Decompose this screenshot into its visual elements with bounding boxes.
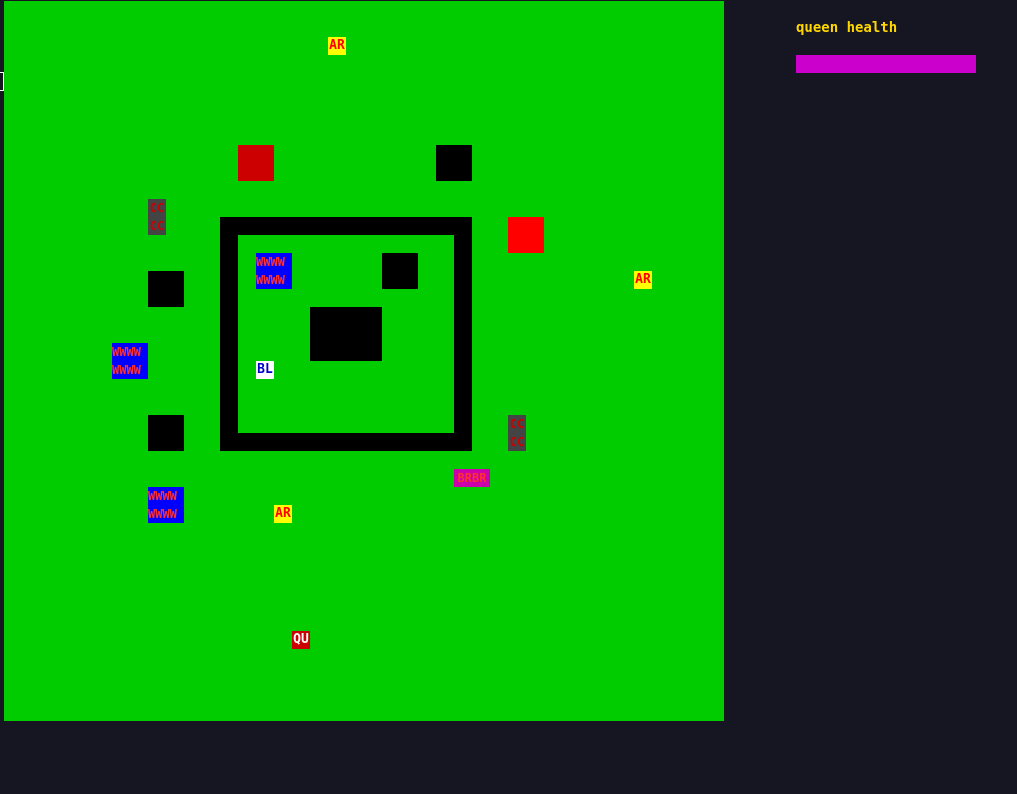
- enclosure-wall-top: [220, 217, 472, 235]
- unit-cc-label: CC: [509, 435, 525, 449]
- unit-cc-label: CC: [149, 201, 165, 215]
- unit-wwww-label: WWWW: [148, 489, 177, 503]
- unit-bl[interactable]: BL: [256, 361, 274, 379]
- unit-queen[interactable]: QU: [292, 631, 310, 649]
- wall-block: [148, 415, 184, 451]
- unit-brbr[interactable]: BRBR: [454, 469, 490, 487]
- wall-block: [148, 271, 184, 307]
- enclosure-wall-bottom: [220, 433, 472, 451]
- unit-ar[interactable]: AR: [634, 271, 652, 289]
- game-board[interactable]: AR AR AR CC CC CC CC WWWW WWWW WWWW WWWW…: [4, 1, 724, 721]
- wall-block: [436, 145, 472, 181]
- inner-wall-block: [382, 253, 418, 289]
- inner-wall-center: [310, 307, 382, 361]
- queen-health-label: queen health: [796, 20, 898, 36]
- unit-ar[interactable]: AR: [328, 37, 346, 55]
- queen-health-fill: [796, 55, 976, 73]
- unit-wwww[interactable]: WWWW WWWW: [148, 487, 184, 523]
- unit-wwww-label: WWWW: [148, 507, 177, 521]
- unit-cc[interactable]: CC CC: [148, 199, 166, 235]
- unit-wwww[interactable]: WWWW WWWW: [112, 343, 148, 379]
- unit-cc-label: CC: [509, 417, 525, 431]
- food-block-dark: [238, 145, 274, 181]
- enclosure-wall-left: [220, 217, 238, 451]
- unit-wwww-label: WWWW: [256, 273, 285, 287]
- queen-health-bar: [796, 55, 976, 73]
- unit-wwww-label: WWWW: [256, 255, 285, 269]
- unit-wwww-label: WWWW: [112, 363, 141, 377]
- unit-cc-label: CC: [149, 219, 165, 233]
- food-block-bright: [508, 217, 544, 253]
- unit-wwww-label: WWWW: [112, 345, 141, 359]
- unit-ar[interactable]: AR: [274, 505, 292, 523]
- unit-wwww[interactable]: WWWW WWWW: [256, 253, 292, 289]
- enclosure-wall-right: [454, 217, 472, 451]
- unit-cc[interactable]: CC CC: [508, 415, 526, 451]
